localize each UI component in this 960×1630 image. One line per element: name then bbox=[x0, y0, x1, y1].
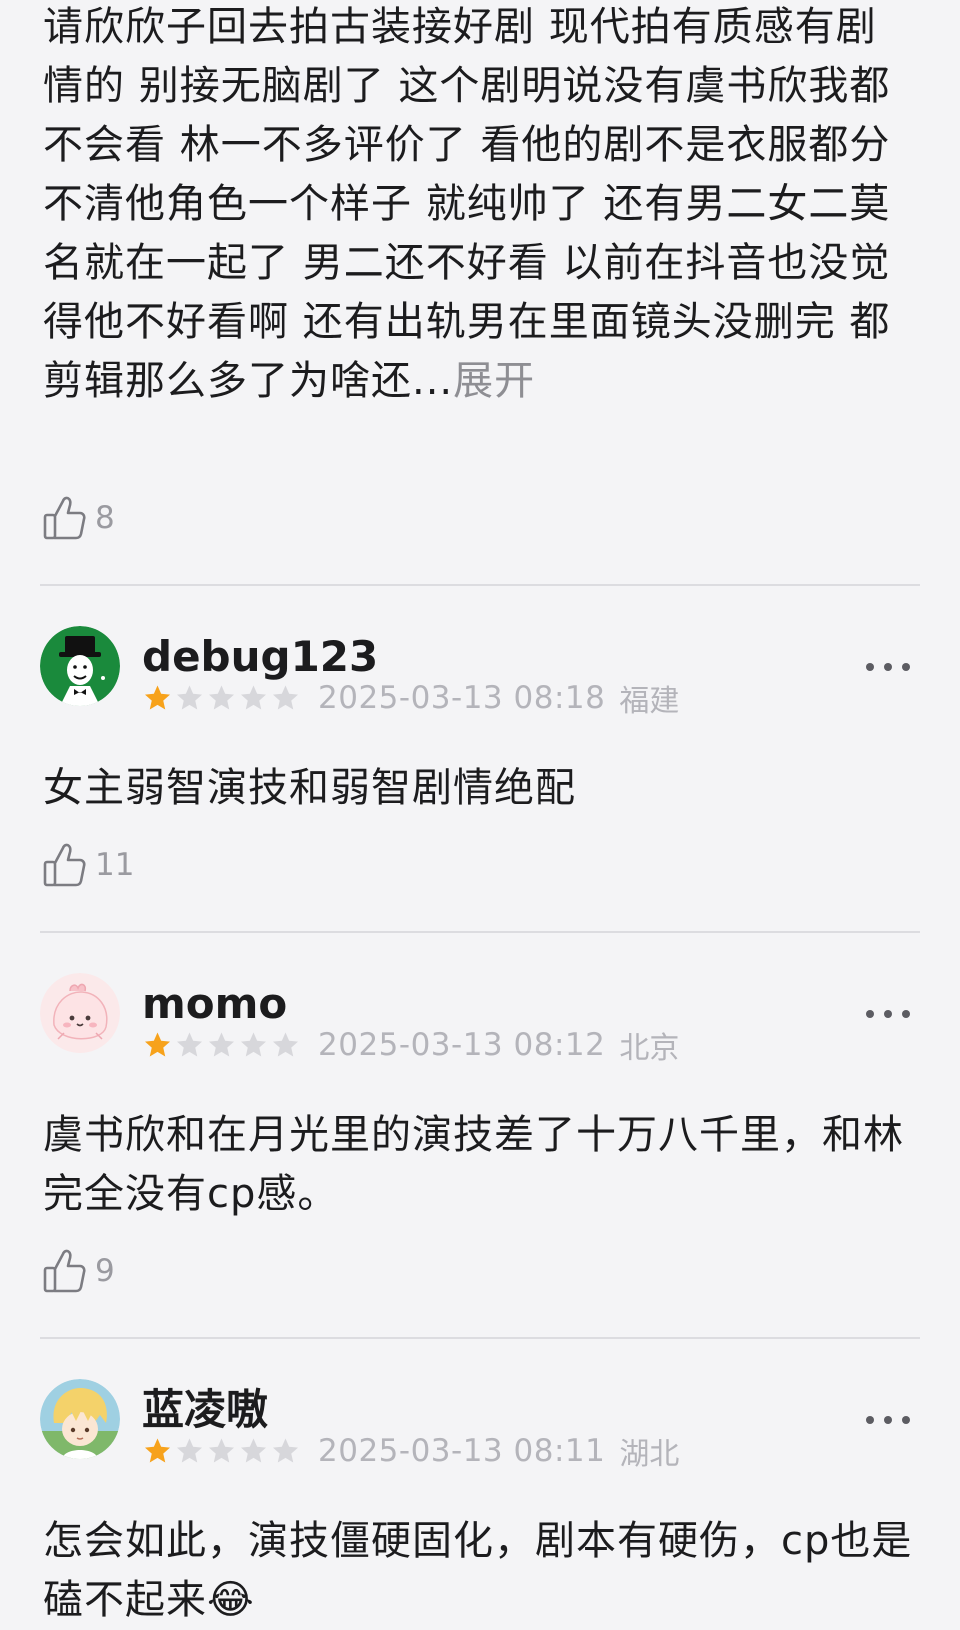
star-empty-icon bbox=[270, 1436, 301, 1466]
divider bbox=[40, 931, 920, 933]
like-button[interactable]: 8 bbox=[43, 493, 115, 543]
username[interactable]: momo bbox=[142, 979, 287, 1029]
review-region: 福建 bbox=[619, 684, 680, 719]
review-meta: 2025-03-13 08:18 福建 bbox=[142, 678, 680, 719]
star-filled-icon bbox=[142, 683, 173, 713]
like-count: 8 bbox=[95, 500, 115, 536]
more-options-button[interactable] bbox=[866, 652, 910, 682]
review-text: 女主弱智演技和弱智剧情绝配 bbox=[43, 765, 576, 811]
more-options-button[interactable] bbox=[866, 999, 910, 1029]
more-dot bbox=[884, 1010, 892, 1018]
review-text: 怎会如此，演技僵硬固化，剧本有硬伤，cp也是磕不起来😂 bbox=[43, 1518, 913, 1623]
star-empty-icon bbox=[238, 1030, 269, 1060]
divider bbox=[40, 1337, 920, 1339]
avatar[interactable] bbox=[40, 1379, 120, 1459]
star-empty-icon bbox=[270, 683, 301, 713]
more-options-button[interactable] bbox=[866, 1405, 910, 1435]
review-text: 虞书欣和在月光里的演技差了十万八千里，和林完全没有cp感。 bbox=[43, 1112, 904, 1217]
star-rating bbox=[142, 1030, 302, 1060]
star-empty-icon bbox=[174, 683, 205, 713]
avatar[interactable] bbox=[40, 626, 120, 706]
review-text: 请欣欣子回去拍古装接好剧 现代拍有质感有剧情的 别接无脑剧了 这个剧明说没有虞书… bbox=[43, 0, 913, 411]
username[interactable]: debug123 bbox=[142, 632, 378, 682]
like-button[interactable]: 9 bbox=[43, 1246, 115, 1296]
review-date: 2025-03-13 08:12 bbox=[318, 1027, 606, 1063]
thumbs-up-icon bbox=[43, 495, 87, 541]
more-dot bbox=[902, 1010, 910, 1018]
divider bbox=[40, 584, 920, 586]
thumbs-up-icon bbox=[43, 842, 87, 888]
more-dot bbox=[884, 1416, 892, 1424]
top-hat-gentleman-avatar bbox=[40, 626, 120, 706]
more-dots-icon bbox=[866, 1010, 874, 1018]
like-count: 9 bbox=[95, 1253, 115, 1289]
star-empty-icon bbox=[238, 683, 269, 713]
star-empty-icon bbox=[206, 1030, 237, 1060]
star-empty-icon bbox=[206, 683, 237, 713]
more-dot bbox=[884, 663, 892, 671]
review-meta: 2025-03-13 08:12 北京 bbox=[142, 1025, 680, 1066]
star-empty-icon bbox=[174, 1030, 205, 1060]
like-count: 11 bbox=[95, 847, 135, 883]
star-rating bbox=[142, 683, 302, 713]
expand-link[interactable]: 展开 bbox=[453, 358, 535, 404]
review-meta: 2025-03-13 08:11 湖北 bbox=[142, 1431, 680, 1472]
star-empty-icon bbox=[238, 1436, 269, 1466]
review-date: 2025-03-13 08:11 bbox=[318, 1433, 606, 1469]
star-filled-icon bbox=[142, 1030, 173, 1060]
more-dot bbox=[902, 663, 910, 671]
review-date: 2025-03-13 08:18 bbox=[318, 680, 606, 716]
star-filled-icon bbox=[142, 1436, 173, 1466]
thumbs-up-icon bbox=[43, 1248, 87, 1294]
star-rating bbox=[142, 1436, 302, 1466]
more-dot bbox=[902, 1416, 910, 1424]
like-button[interactable]: 11 bbox=[43, 840, 134, 890]
more-dots-icon bbox=[866, 1416, 874, 1424]
more-dots-icon bbox=[866, 663, 874, 671]
review-region: 北京 bbox=[619, 1031, 680, 1066]
star-empty-icon bbox=[206, 1436, 237, 1466]
username[interactable]: 蓝凌嗷 bbox=[142, 1385, 268, 1435]
review-text-body: 请欣欣子回去拍古装接好剧 现代拍有质感有剧情的 别接无脑剧了 这个剧明说没有虞书… bbox=[43, 4, 891, 404]
star-empty-icon bbox=[174, 1436, 205, 1466]
avatar[interactable] bbox=[40, 973, 120, 1053]
star-empty-icon bbox=[270, 1030, 301, 1060]
anime-boy-avatar bbox=[40, 1379, 120, 1459]
review-region: 湖北 bbox=[619, 1437, 680, 1472]
pink-blob-avatar bbox=[40, 973, 120, 1053]
